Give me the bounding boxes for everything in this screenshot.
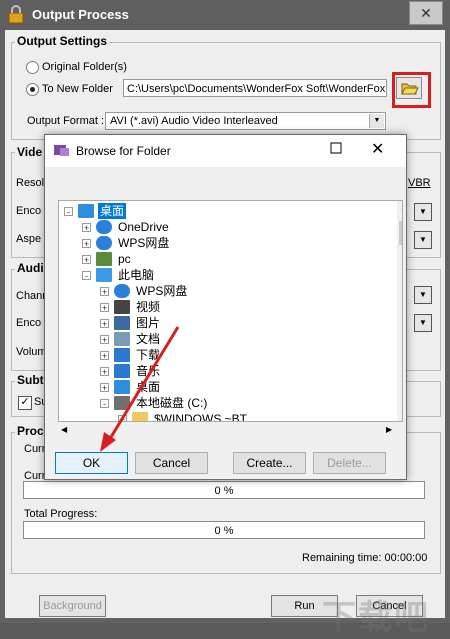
annotation-arrow <box>100 326 180 452</box>
